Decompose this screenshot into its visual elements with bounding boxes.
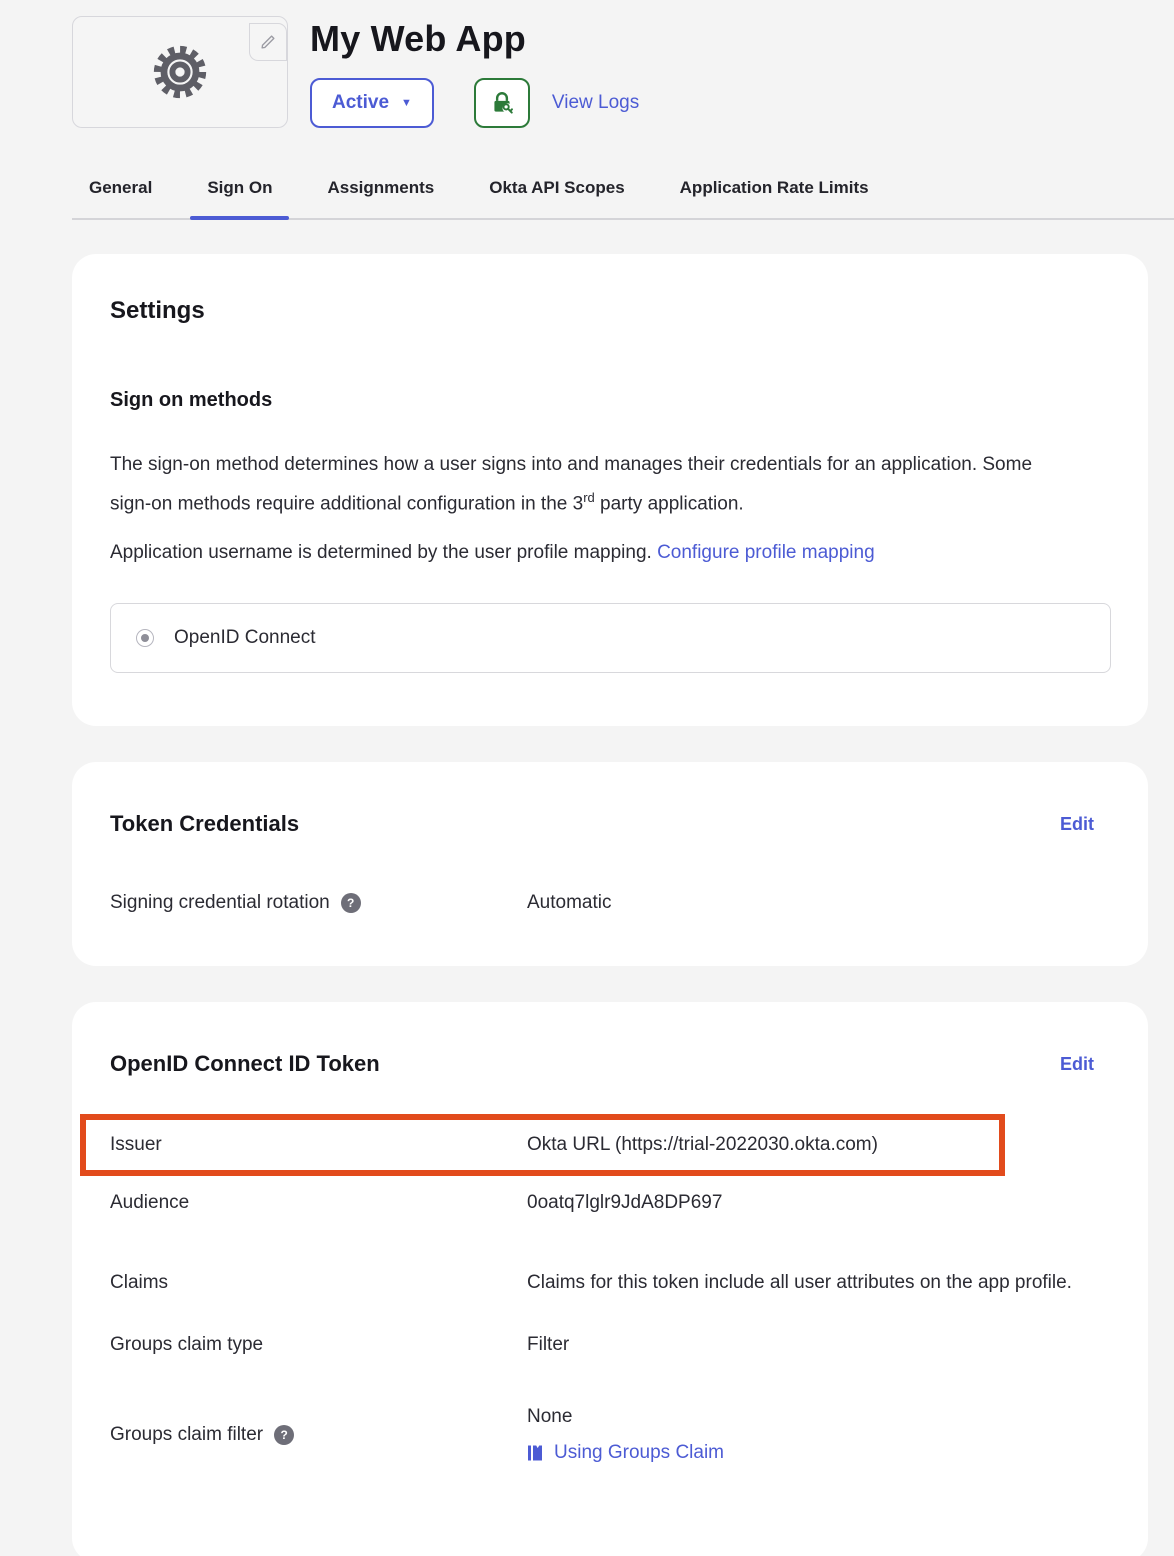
groups-claim-type-row: Groups claim type Filter: [72, 1334, 1148, 1356]
username-mapping-text: Application username is determined by th…: [110, 536, 1110, 569]
pencil-icon: [259, 33, 277, 51]
edit-logo-button[interactable]: [249, 23, 287, 61]
sign-on-methods-title: Sign on methods: [110, 388, 1110, 412]
tab-application-rate-limits[interactable]: Application Rate Limits: [663, 178, 886, 218]
tab-okta-api-scopes[interactable]: Okta API Scopes: [472, 178, 641, 218]
token-credentials-edit-link[interactable]: Edit: [1060, 814, 1094, 835]
app-header: My Web App Active ▼ View Logs: [0, 0, 1174, 128]
openid-id-token-edit-link[interactable]: Edit: [1060, 1054, 1094, 1075]
app-logo: [72, 16, 288, 128]
help-glyph: ?: [280, 1428, 287, 1442]
chevron-down-icon: ▼: [401, 98, 412, 109]
token-credentials-title: Token Credentials: [110, 810, 299, 838]
status-dropdown-button[interactable]: Active ▼: [310, 78, 434, 128]
radio-selected-icon[interactable]: [136, 629, 154, 647]
groups-claim-filter-row: Groups claim filter ? None Using Groups …: [72, 1406, 1148, 1464]
configure-profile-mapping-link[interactable]: Configure profile mapping: [657, 542, 875, 563]
openid-id-token-title: OpenID Connect ID Token: [110, 1050, 380, 1078]
desc-text: The sign-on method determines how a user…: [110, 454, 1032, 514]
tab-sign-on[interactable]: Sign On: [190, 178, 289, 218]
sign-on-policy-button[interactable]: [474, 78, 530, 128]
app-tab-bar: General Sign On Assignments Okta API Sco…: [72, 178, 1174, 220]
help-icon[interactable]: ?: [341, 893, 361, 913]
username-text: Application username is determined by th…: [110, 542, 657, 563]
desc-superscript: rd: [583, 490, 595, 505]
row-label: Groups claim filter: [110, 1424, 263, 1446]
sign-on-method-description: The sign-on method determines how a user…: [110, 448, 1055, 520]
desc-text-tail: party application.: [595, 493, 744, 514]
sign-on-method-option[interactable]: OpenID Connect: [110, 603, 1111, 673]
row-label: Groups claim type: [110, 1334, 263, 1356]
row-value: Automatic: [527, 892, 1094, 914]
tab-general[interactable]: General: [72, 178, 169, 218]
help-icon[interactable]: ?: [274, 1425, 294, 1445]
issuer-row: Issuer Okta URL (https://trial-2022030.o…: [72, 1114, 1148, 1176]
row-value: 0oatq7lglr9JdA8DP697: [527, 1192, 1094, 1214]
claims-row: Claims Claims for this token include all…: [72, 1264, 1148, 1302]
row-label: Audience: [110, 1192, 189, 1214]
lock-key-icon: [489, 90, 515, 116]
groups-claim-filter-value: None: [527, 1406, 1094, 1428]
row-label: Issuer: [110, 1134, 162, 1156]
sign-on-method-label: OpenID Connect: [174, 627, 316, 649]
using-groups-claim-link[interactable]: Using Groups Claim: [554, 1442, 724, 1464]
row-value: Okta URL (https://trial-2022030.okta.com…: [527, 1134, 1094, 1156]
row-value: Claims for this token include all user a…: [527, 1264, 1094, 1302]
help-glyph: ?: [347, 896, 354, 910]
status-label: Active: [332, 92, 389, 114]
openid-id-token-card: OpenID Connect ID Token Edit Issuer Okta…: [72, 1002, 1148, 1556]
tab-assignments[interactable]: Assignments: [310, 178, 451, 218]
row-value: None Using Groups Claim: [527, 1406, 1094, 1464]
signing-credential-rotation-row: Signing credential rotation ? Automatic: [72, 892, 1148, 914]
gear-icon: [153, 45, 207, 99]
settings-card: Settings Sign on methods The sign-on met…: [72, 254, 1148, 726]
view-logs-link[interactable]: View Logs: [552, 92, 639, 114]
settings-title: Settings: [110, 296, 1110, 326]
row-label: Claims: [110, 1272, 168, 1294]
audience-row: Audience 0oatq7lglr9JdA8DP697: [72, 1192, 1148, 1214]
page-title: My Web App: [310, 16, 639, 62]
row-value: Filter: [527, 1334, 1094, 1356]
book-icon: [527, 1444, 545, 1462]
token-credentials-card: Token Credentials Edit Signing credentia…: [72, 762, 1148, 966]
row-label: Signing credential rotation: [110, 892, 330, 914]
